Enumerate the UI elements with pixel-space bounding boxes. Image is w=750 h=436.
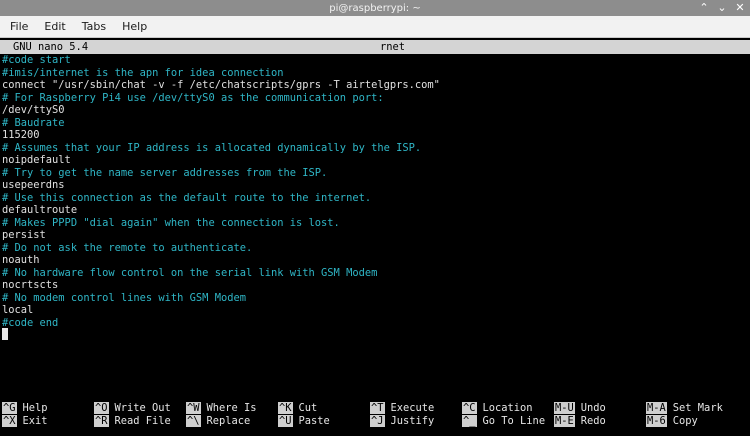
- shortcut-item[interactable]: ^U Paste: [278, 414, 330, 428]
- nano-header: GNU nano 5.4 rnet: [0, 40, 750, 54]
- menu-file[interactable]: File: [8, 20, 38, 33]
- shortcut-label: Write Out: [114, 402, 171, 414]
- editor-line: #code end: [2, 316, 59, 329]
- editor-line: defaultroute: [2, 204, 78, 216]
- shortcut-key: M-U: [554, 402, 575, 414]
- shortcut-item[interactable]: ^K Cut: [278, 402, 317, 415]
- shortcut-item[interactable]: M-A Set Mark: [646, 402, 723, 415]
- shortcut-label: Copy: [672, 414, 698, 427]
- close-icon[interactable]: ✕: [733, 1, 747, 14]
- shortcut-item[interactable]: M-E Redo: [554, 414, 606, 428]
- shortcut-key: ^U: [278, 414, 293, 427]
- shortcut-label: Paste: [298, 414, 330, 427]
- menubar: File Edit Tabs Help: [0, 16, 750, 38]
- editor-line: #code start: [2, 54, 71, 66]
- editor-line: # Assumes that your IP address is alloca…: [2, 141, 422, 154]
- editor-line: # For Raspberry Pi4 use /dev/ttyS0 as th…: [2, 91, 384, 104]
- shortcut-label: Location: [482, 402, 533, 414]
- shortcut-key: M-A: [646, 402, 667, 414]
- editor-line: #imis/internet is the apn for idea conne…: [2, 66, 284, 79]
- shortcut-item[interactable]: ^G Help: [2, 402, 48, 415]
- shortcut-key: ^C: [462, 402, 477, 414]
- minimize-icon[interactable]: ⌃: [697, 1, 711, 14]
- editor-line: nocrtscts: [2, 279, 59, 291]
- shortcut-label: Go To Line: [482, 414, 546, 427]
- shortcut-label: Cut: [298, 402, 318, 414]
- shortcut-item[interactable]: M-U Undo: [554, 402, 606, 415]
- editor-line: connect "/usr/sbin/chat -v -f /etc/chats…: [2, 79, 440, 91]
- shortcut-item[interactable]: ^R Read File: [94, 414, 171, 428]
- shortcut-key: ^K: [278, 402, 293, 414]
- editor-line: # No modem control lines with GSM Modem: [2, 291, 246, 304]
- editor-line: # No hardware flow control on the serial…: [2, 266, 378, 279]
- shortcut-label: Undo: [580, 402, 606, 414]
- shortcut-label: Where Is: [206, 402, 257, 414]
- maximize-icon[interactable]: ⌄: [715, 1, 729, 14]
- editor-line: # Do not ask the remote to authenticate.: [2, 241, 253, 254]
- shortcut-key: ^O: [94, 402, 109, 414]
- window-title: pi@raspberrypi: ~: [329, 2, 421, 14]
- editor-line: local: [2, 304, 34, 316]
- shortcut-key: ^W: [186, 402, 201, 414]
- shortcut-item[interactable]: ^C Location: [462, 402, 533, 415]
- window-titlebar: pi@raspberrypi: ~ ⌃ ⌄ ✕: [0, 0, 750, 16]
- shortcut-key: ^T: [370, 402, 385, 414]
- editor-line: persist: [2, 229, 46, 241]
- shortcut-label: Exit: [22, 414, 48, 427]
- nano-filename: rnet: [380, 41, 406, 53]
- editor-line: noipdefault: [2, 154, 71, 166]
- shortcut-key: M-6: [646, 414, 667, 427]
- editor-line: /dev/ttyS0: [2, 104, 65, 116]
- editor-line: # Use this connection as the default rou…: [2, 191, 372, 204]
- editor-buffer[interactable]: #code start #imis/internet is the apn for…: [2, 54, 742, 329]
- editor-line: 115200: [2, 129, 40, 141]
- editor-line: noauth: [2, 254, 40, 266]
- shortcut-label: Execute: [390, 402, 435, 414]
- shortcut-label: Justify: [390, 414, 435, 427]
- shortcut-item[interactable]: ^T Execute: [370, 402, 434, 415]
- shortcut-item[interactable]: ^O Write Out: [94, 402, 171, 415]
- nano-version: GNU nano 5.4: [13, 41, 89, 53]
- menu-help[interactable]: Help: [120, 20, 157, 33]
- shortcut-label: Read File: [114, 414, 171, 427]
- window-controls: ⌃ ⌄ ✕: [697, 1, 747, 14]
- editor-line: usepeerdns: [2, 179, 65, 191]
- shortcut-key: ^X: [2, 414, 17, 427]
- terminal-area[interactable]: GNU nano 5.4 rnet #code start #imis/inter…: [0, 38, 750, 436]
- menu-tabs[interactable]: Tabs: [80, 20, 116, 33]
- text-cursor: [2, 328, 8, 340]
- editor-line: # Try to get the name server addresses f…: [2, 166, 328, 179]
- editor-line: # Makes PPPD "dial again" when the conne…: [2, 216, 340, 229]
- shortcut-label: Redo: [580, 414, 606, 427]
- shortcut-key: ^G: [2, 402, 17, 414]
- shortcut-key: ^\: [186, 414, 201, 427]
- shortcut-item[interactable]: ^\ Replace: [186, 414, 251, 428]
- shortcut-label: Replace: [206, 414, 251, 427]
- shortcut-key: M-E: [554, 414, 575, 427]
- menu-edit[interactable]: Edit: [42, 20, 75, 33]
- shortcut-item[interactable]: ^X Exit: [2, 414, 48, 428]
- shortcut-item[interactable]: M-6 Copy: [646, 414, 698, 428]
- shortcut-item[interactable]: ^W Where Is: [186, 402, 257, 415]
- shortcut-key: ^R: [94, 414, 109, 427]
- shortcut-key: ^J: [370, 414, 385, 427]
- shortcut-label: Help: [22, 402, 48, 414]
- editor-line: # Baudrate: [2, 116, 65, 129]
- shortcut-item[interactable]: ^_ Go To Line: [462, 414, 546, 428]
- shortcut-key: ^_: [462, 414, 477, 427]
- shortcut-label: Set Mark: [672, 402, 723, 414]
- shortcut-item[interactable]: ^J Justify: [370, 414, 435, 428]
- shortcut-bar: ^G Help ^X Exit ^O Write Out ^R Read File ^W Wher…: [0, 402, 750, 432]
